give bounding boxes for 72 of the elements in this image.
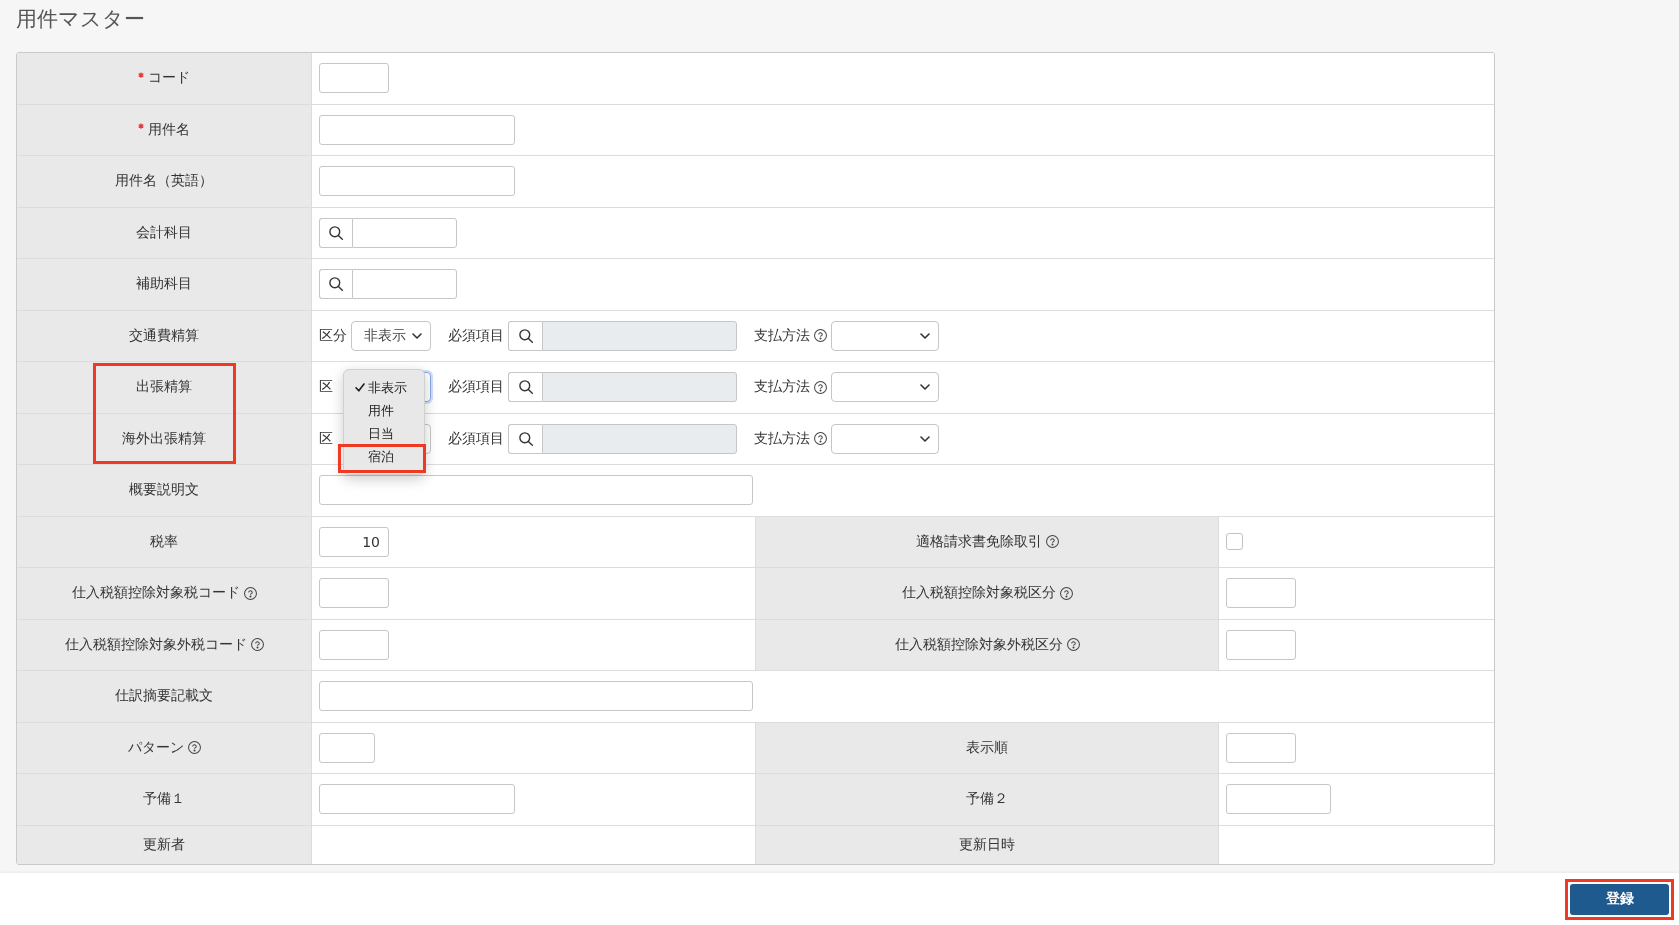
- search-icon: [518, 328, 533, 343]
- field-label: 会計科目: [136, 223, 192, 242]
- field-label: パターン: [127, 738, 184, 757]
- input-field[interactable]: [319, 63, 389, 94]
- field-label: 用件名: [148, 120, 190, 139]
- page-title: 用件マスター: [16, 6, 145, 32]
- menu-option[interactable]: 非表示: [344, 376, 424, 400]
- search-button[interactable]: [319, 217, 352, 248]
- search-button[interactable]: [508, 372, 542, 403]
- search-button[interactable]: [508, 320, 542, 351]
- checkbox[interactable]: [1226, 533, 1243, 551]
- menu-option[interactable]: 用件: [344, 399, 424, 423]
- chevron-down-icon: [920, 384, 930, 391]
- input-field[interactable]: [319, 784, 515, 815]
- field-label: 概要説明文: [129, 481, 199, 500]
- field-label: コード: [148, 69, 190, 88]
- chevron-down-icon: [920, 435, 930, 442]
- input-field[interactable]: [1226, 732, 1296, 763]
- field-label: 用件名（英語）: [115, 172, 213, 191]
- field-label: 仕入税額控除対象外税コード: [64, 635, 247, 654]
- field-label: 仕入税額控除対象税コード: [71, 584, 240, 603]
- input-field[interactable]: [1226, 578, 1296, 609]
- field-label: 区分: [319, 326, 347, 345]
- input-field[interactable]: [319, 578, 389, 609]
- chevron-down-icon: [412, 332, 422, 339]
- search-icon: [518, 380, 533, 395]
- field-label: 予備２: [966, 790, 1008, 809]
- select-field[interactable]: [831, 423, 939, 454]
- field-label: 区: [319, 378, 334, 397]
- field-label: 支払方法: [754, 326, 810, 345]
- field-label: 出張精算: [136, 378, 192, 397]
- input-field[interactable]: [352, 217, 457, 248]
- field-label: 仕入税額控除対象外税区分: [894, 635, 1063, 654]
- input-field[interactable]: 10: [319, 526, 389, 557]
- chevron-down-icon: [920, 332, 930, 339]
- search-icon: [329, 277, 343, 292]
- field-label: 予備１: [143, 790, 185, 809]
- input-field[interactable]: [319, 629, 389, 660]
- field-label: 支払方法: [754, 378, 810, 397]
- input-field[interactable]: [1226, 784, 1331, 815]
- field-label: 補助科目: [136, 275, 192, 294]
- field-label: 更新者: [143, 835, 185, 854]
- field-label: 必須項目: [448, 326, 504, 345]
- field-label: 必須項目: [448, 378, 504, 397]
- search-icon: [518, 431, 533, 446]
- input-field[interactable]: [319, 166, 515, 197]
- select-field[interactable]: [831, 320, 939, 351]
- input-field[interactable]: [319, 681, 753, 712]
- field-label: 更新日時: [959, 835, 1015, 854]
- select-field[interactable]: 非表示: [351, 320, 431, 351]
- input-field[interactable]: [319, 475, 753, 506]
- search-button[interactable]: [319, 269, 352, 300]
- submit-button[interactable]: 登録: [1570, 883, 1669, 915]
- select-field[interactable]: [831, 372, 939, 403]
- field-label: 交通費精算: [129, 326, 199, 345]
- menu-option[interactable]: 宿泊: [344, 445, 424, 469]
- field-label: 支払方法: [754, 429, 810, 448]
- field-label: 仕訳摘要記載文: [115, 687, 213, 706]
- input-field[interactable]: [1226, 629, 1296, 660]
- field-label: 区: [319, 429, 334, 448]
- field-label: 税率: [150, 532, 178, 551]
- search-button[interactable]: [508, 423, 542, 454]
- field-label: 海外出張精算: [122, 429, 206, 448]
- input-field[interactable]: [319, 114, 515, 145]
- field-label: 仕入税額控除対象税区分: [901, 584, 1056, 603]
- input-field[interactable]: [319, 732, 375, 763]
- search-icon: [329, 225, 343, 240]
- field-label: 必須項目: [448, 429, 504, 448]
- menu-option[interactable]: 日当: [344, 422, 424, 446]
- field-label: 表示順: [966, 738, 1008, 757]
- field-label: 適格請求書免除取引: [915, 532, 1042, 551]
- input-field[interactable]: [352, 269, 457, 300]
